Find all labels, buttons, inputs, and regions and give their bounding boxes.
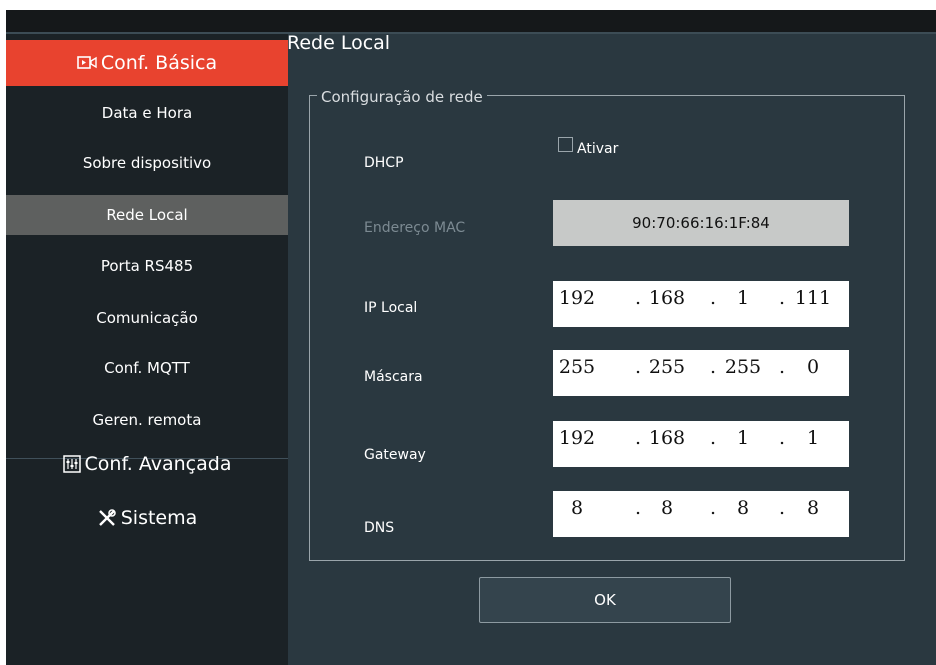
sidebar-item-label: Geren. remota xyxy=(92,411,202,429)
mask-octet[interactable]: 0 xyxy=(789,356,837,378)
sidebar-item-date-time[interactable]: Data e Hora xyxy=(6,93,288,133)
mac-label: Endereço MAC xyxy=(364,220,466,236)
dns-octet[interactable]: 8 xyxy=(719,497,767,519)
sidebar-item-label: Porta RS485 xyxy=(100,257,194,275)
ip-dot: . xyxy=(709,287,717,309)
dns-field[interactable]: 8 . 8 . 8 . 8 xyxy=(553,491,849,537)
gateway-dot: . xyxy=(778,427,786,449)
dns-octet[interactable]: 8 xyxy=(789,497,837,519)
sidebar-item-communication[interactable]: Comunicação xyxy=(6,298,288,338)
gateway-octet[interactable]: 1 xyxy=(719,427,767,449)
sidebar: Conf. Básica Data e Hora Sobre dispositi… xyxy=(6,34,288,665)
sidebar-item-label: Data e Hora xyxy=(101,104,193,122)
ip-octet[interactable]: 192 xyxy=(553,287,601,309)
sidebar-item-label: Comunicação xyxy=(96,309,198,327)
video-icon xyxy=(77,55,97,71)
mask-octet[interactable]: 255 xyxy=(719,356,767,378)
sidebar-basic-config[interactable]: Conf. Básica xyxy=(6,40,288,86)
sidebar-item-rs485-port[interactable]: Porta RS485 xyxy=(6,246,288,286)
page-title: Rede Local xyxy=(287,32,391,54)
mac-address-field: 90:70:66:16:1F:84 xyxy=(553,200,849,246)
ok-button-label: OK xyxy=(594,591,616,609)
sidebar-basic-config-label: Conf. Básica xyxy=(100,52,218,74)
ok-button[interactable]: OK xyxy=(479,577,731,623)
dns-dot: . xyxy=(778,497,786,519)
sidebar-item-local-network[interactable]: Rede Local xyxy=(6,195,288,235)
sidebar-advanced-config[interactable]: Conf. Avançada xyxy=(6,441,288,487)
dns-octet[interactable]: 8 xyxy=(643,497,691,519)
sidebar-item-label: Conf. MQTT xyxy=(104,359,190,377)
sidebar-item-about-device[interactable]: Sobre dispositivo xyxy=(6,143,288,183)
sliders-icon xyxy=(62,455,81,473)
gateway-dot: . xyxy=(709,427,717,449)
ip-dot: . xyxy=(778,287,786,309)
sidebar-system[interactable]: Sistema xyxy=(6,495,288,541)
gateway-dot: . xyxy=(634,427,642,449)
gateway-label: Gateway xyxy=(364,447,426,463)
ip-octet[interactable]: 168 xyxy=(643,287,691,309)
gateway-octet[interactable]: 1 xyxy=(789,427,837,449)
ip-octet[interactable]: 111 xyxy=(789,287,837,309)
ip-octet[interactable]: 1 xyxy=(719,287,767,309)
mask-octet[interactable]: 255 xyxy=(643,356,691,378)
tools-icon xyxy=(97,508,117,528)
subnet-mask-field[interactable]: 255 . 255 . 255 . 0 xyxy=(553,350,849,396)
sidebar-item-label: Rede Local xyxy=(106,206,188,224)
group-title: Configuração de rede xyxy=(317,88,487,106)
dns-octet[interactable]: 8 xyxy=(553,497,601,519)
sidebar-system-label: Sistema xyxy=(120,507,198,529)
title-bar xyxy=(6,10,936,32)
ip-local-label: IP Local xyxy=(364,300,418,316)
gateway-octet[interactable]: 192 xyxy=(553,427,601,449)
mask-dot: . xyxy=(778,356,786,378)
dns-label: DNS xyxy=(364,520,395,536)
mask-octet[interactable]: 255 xyxy=(553,356,601,378)
mask-dot: . xyxy=(709,356,717,378)
mask-label: Máscara xyxy=(364,369,423,385)
sidebar-advanced-config-label: Conf. Avançada xyxy=(84,453,232,475)
gateway-field[interactable]: 192 . 168 . 1 . 1 xyxy=(553,421,849,467)
sidebar-item-label: Sobre dispositivo xyxy=(82,154,212,172)
ip-local-field[interactable]: 192 . 168 . 1 . 111 xyxy=(553,281,849,327)
dhcp-label: DHCP xyxy=(364,155,404,171)
sidebar-item-remote-management[interactable]: Geren. remota xyxy=(6,400,288,440)
dhcp-checkbox[interactable] xyxy=(558,137,573,152)
sidebar-item-mqtt-config[interactable]: Conf. MQTT xyxy=(6,348,288,388)
dhcp-checkbox-label[interactable]: Ativar xyxy=(577,141,618,157)
ip-dot: . xyxy=(634,287,642,309)
gateway-octet[interactable]: 168 xyxy=(643,427,691,449)
mac-address-value: 90:70:66:16:1F:84 xyxy=(632,214,770,232)
dns-dot: . xyxy=(709,497,717,519)
mask-dot: . xyxy=(634,356,642,378)
dns-dot: . xyxy=(634,497,642,519)
